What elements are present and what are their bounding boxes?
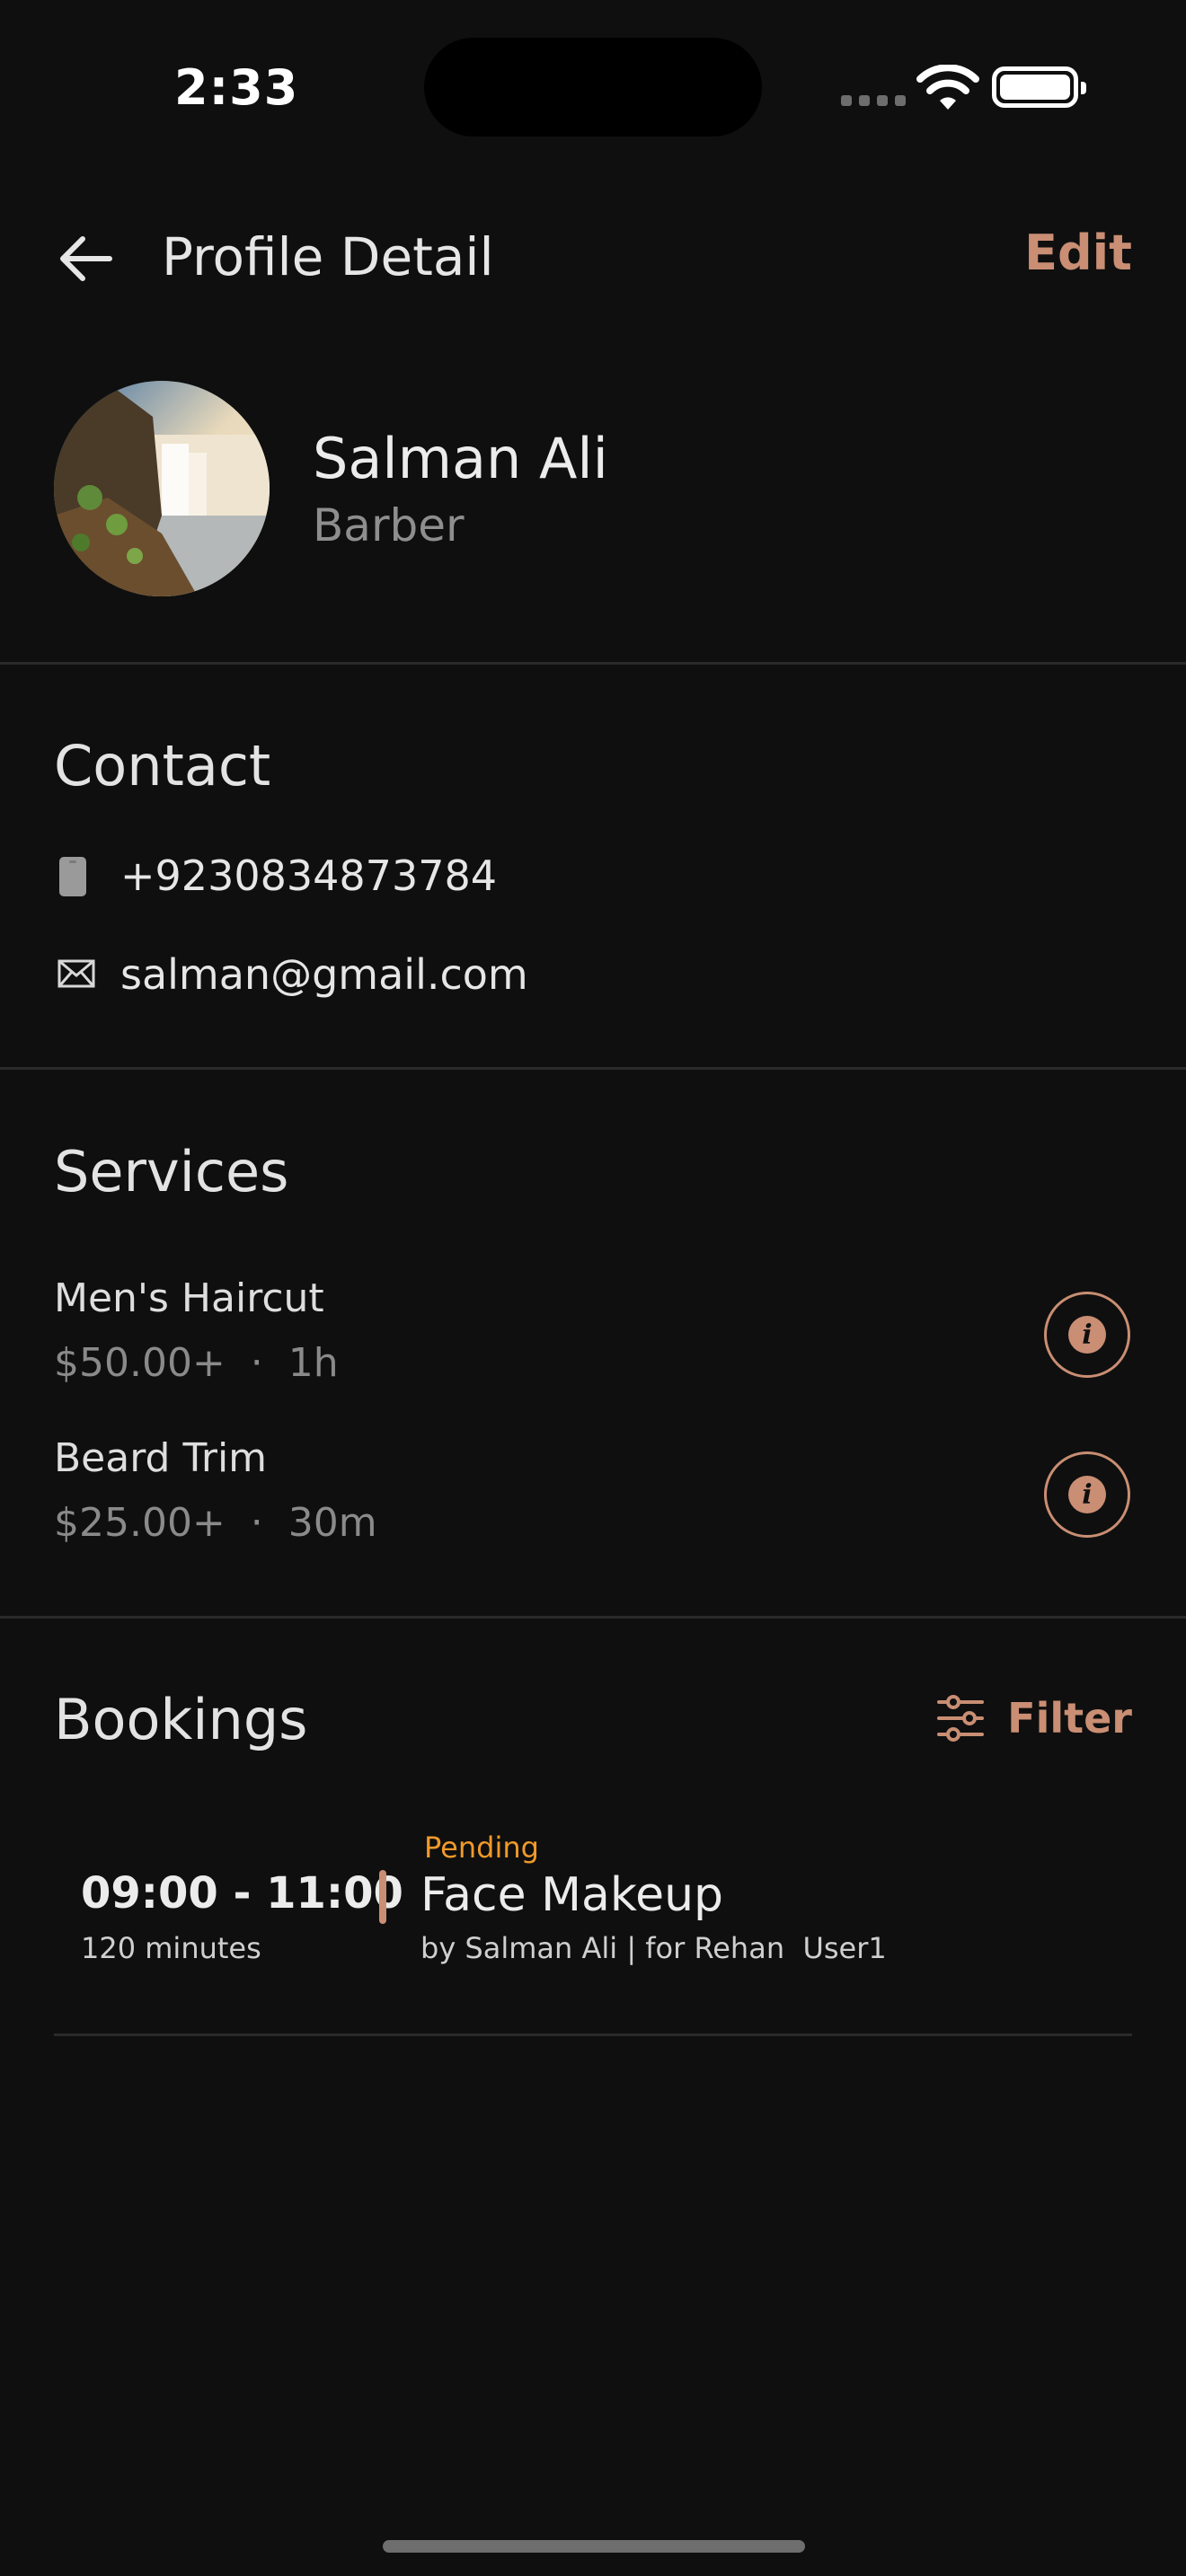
booking-accent-bar [379, 1870, 386, 1924]
divider [0, 662, 1186, 665]
filter-label: Filter [1007, 1694, 1132, 1742]
contact-title: Contact [54, 733, 271, 798]
status-time: 2:33 [174, 59, 299, 116]
info-icon: i [1068, 1316, 1106, 1354]
service-info-button[interactable]: i [1044, 1292, 1130, 1378]
dynamic-island [424, 38, 762, 137]
wifi-icon [916, 65, 979, 110]
bookings-title: Bookings [54, 1687, 308, 1752]
contact-phone[interactable]: +9230834873784 [120, 851, 497, 900]
filter-button[interactable]: Filter [935, 1694, 1132, 1742]
contact-email[interactable]: salman@gmail.com [120, 950, 528, 999]
divider [0, 1616, 1186, 1619]
divider [0, 1067, 1186, 1070]
profile-role: Barber [313, 499, 465, 551]
page-title: Profile Detail [162, 226, 494, 287]
service-meta: $25.00+ · 30m [54, 1500, 377, 1546]
avatar[interactable] [54, 381, 270, 596]
booking-duration: 120 minutes [81, 1931, 261, 1965]
booking-title: Face Makeup [420, 1868, 724, 1922]
battery-icon [992, 66, 1086, 108]
home-indicator[interactable] [383, 2540, 805, 2553]
phone-icon [59, 857, 86, 896]
service-name: Beard Trim [54, 1435, 268, 1481]
email-icon [58, 959, 95, 988]
booking-status: Pending [424, 1831, 539, 1865]
back-arrow-icon[interactable] [56, 232, 119, 286]
sliders-icon [937, 1695, 985, 1742]
service-info-button[interactable]: i [1044, 1451, 1130, 1538]
divider [54, 2033, 1132, 2036]
booking-time: 09:00 - 11:00 [81, 1868, 403, 1919]
booking-subtitle: by Salman Ali | for Rehan User1 [420, 1931, 887, 1965]
cellular-signal-icon [841, 95, 906, 106]
services-title: Services [54, 1139, 289, 1204]
service-name: Men's Haircut [54, 1275, 324, 1321]
edit-button[interactable]: Edit [1024, 225, 1132, 281]
profile-name: Salman Ali [313, 426, 608, 491]
profile-detail-screen: 2:33 Profile Detail Edit Salman Ali Barb… [0, 0, 1186, 2576]
service-meta: $50.00+ · 1h [54, 1340, 339, 1386]
info-icon: i [1068, 1476, 1106, 1513]
